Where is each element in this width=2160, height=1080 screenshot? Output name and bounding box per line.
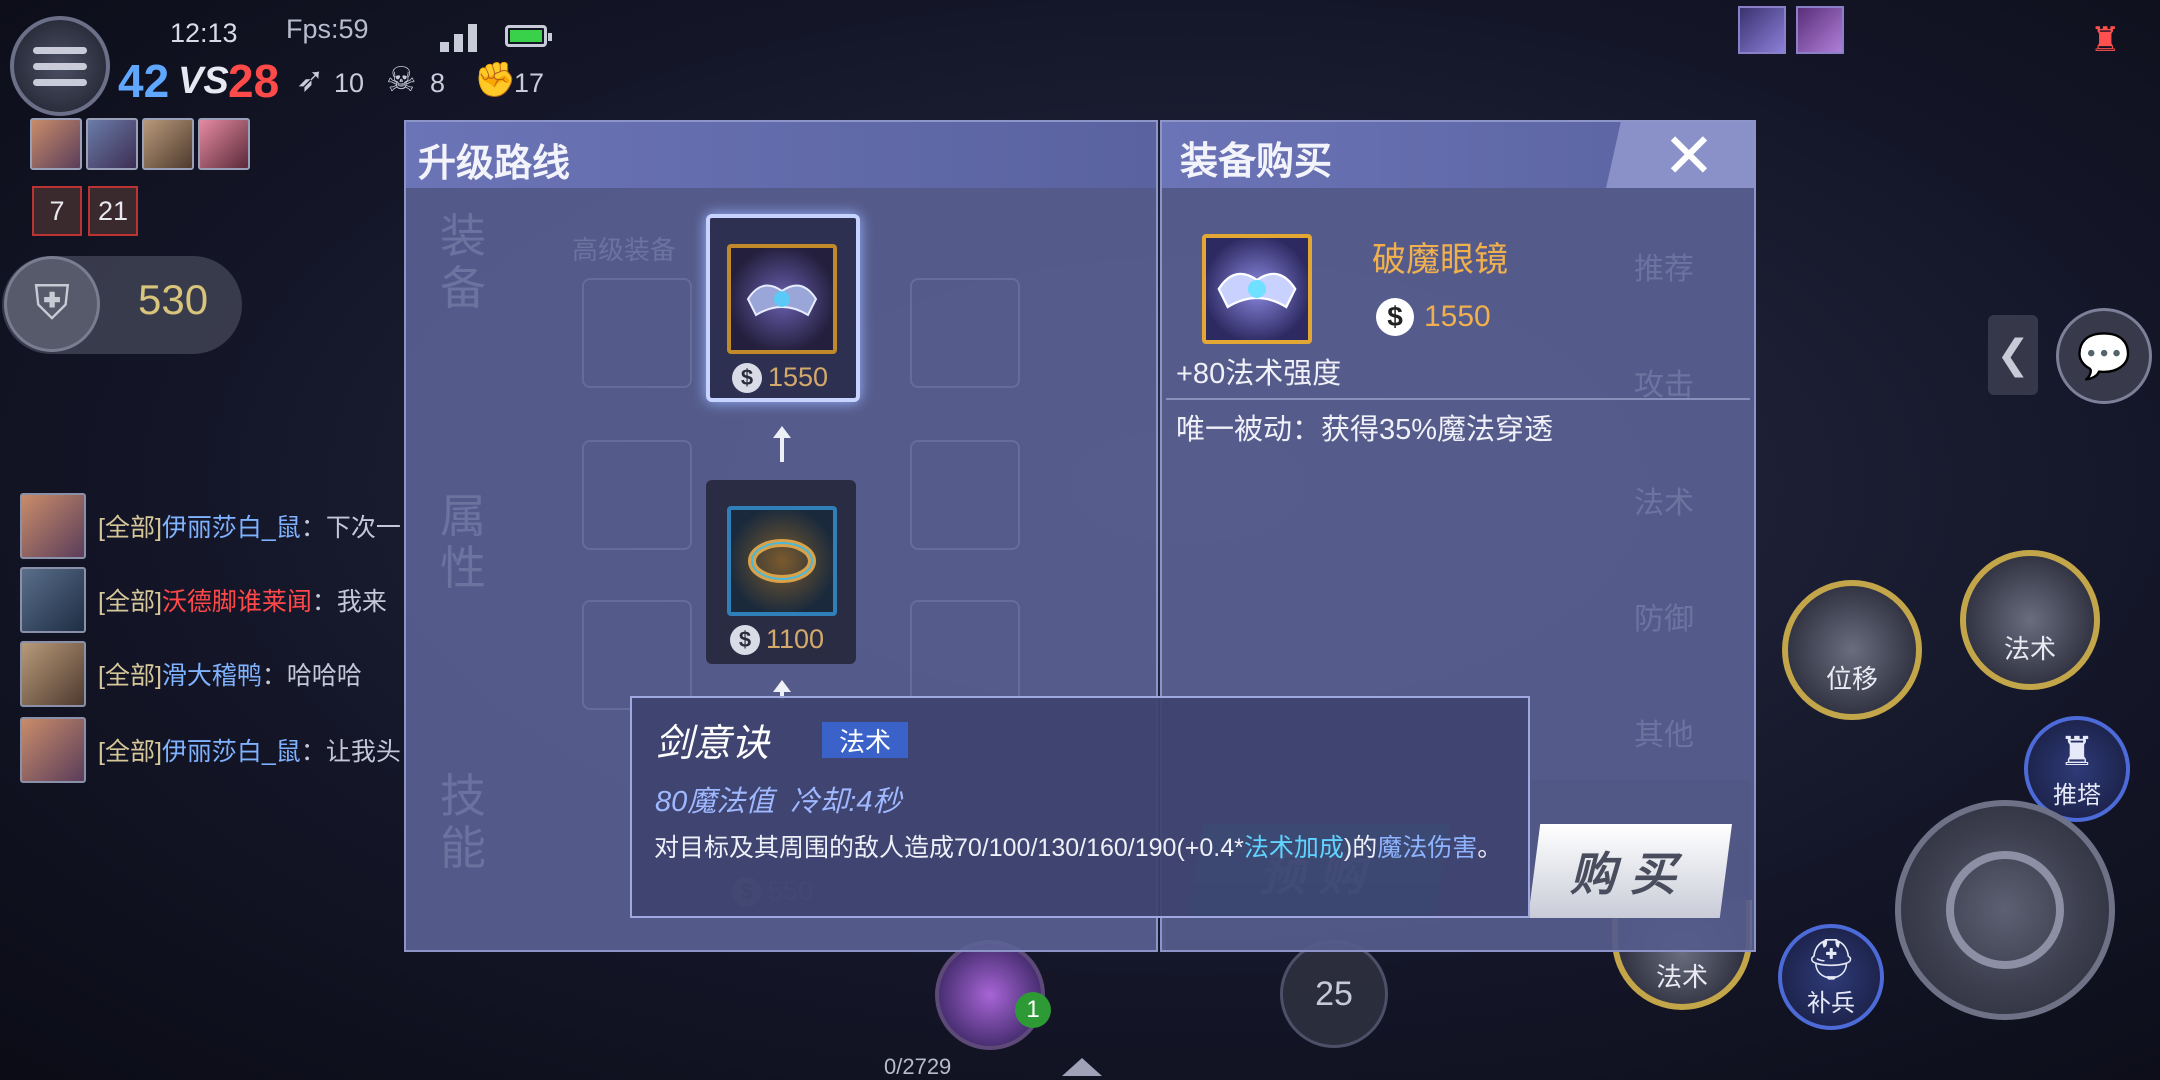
item-name: 破魔眼镜	[1372, 241, 1508, 279]
close-icon[interactable]: ✕	[1660, 126, 1718, 188]
chat-avatar	[20, 493, 86, 559]
teammate-portrait[interactable]	[30, 118, 82, 170]
bg-item-tile	[582, 600, 692, 710]
menu-button[interactable]	[10, 16, 110, 116]
expand-caret-icon[interactable]	[1062, 1058, 1102, 1076]
bg-tab-skills: 技能	[440, 770, 486, 874]
chat-message: [全部]伊丽莎白_鼠：让我头	[20, 716, 400, 784]
bg-tab-magic: 法术	[1634, 487, 1694, 520]
tower-count-a: 7	[32, 186, 82, 236]
ring-icon	[727, 506, 837, 616]
tooltip-skill-cost: 80魔法值 冷却:4秒	[655, 786, 902, 818]
bg-item-tile	[910, 600, 1020, 710]
bg-item-tile	[910, 278, 1020, 388]
item-detail-icon	[1202, 234, 1312, 344]
chat-message: [全部]沃德脚谁莱闻：我来	[20, 566, 400, 634]
divider	[1166, 398, 1750, 400]
clock: 12:13	[170, 18, 238, 48]
upgrade-arrow-icon	[773, 426, 791, 462]
bg-tab-recommend: 推荐	[1634, 253, 1694, 286]
skill-buff-icon	[1738, 6, 1786, 54]
chat-bubble-icon[interactable]: 💬	[2056, 308, 2152, 404]
teammate-portrait[interactable]	[86, 118, 138, 170]
chat-avatar	[20, 717, 86, 783]
upgrade-price-row: $ 1550	[732, 362, 828, 393]
item-stat: +80法术强度	[1176, 358, 1342, 390]
score-red: 28	[228, 55, 280, 107]
menu-icon-bar	[33, 78, 87, 86]
chat-message: [全部]伊丽莎白_鼠：下次一	[20, 492, 400, 560]
exp-progress: 0/2729	[884, 1054, 952, 1079]
signal-icon	[440, 22, 480, 52]
deaths-count: 8	[430, 68, 446, 98]
tower-count-b: 21	[88, 186, 138, 236]
shop-title: 装备购买	[1180, 141, 1333, 183]
upgrade-price-row: $ 1100	[730, 624, 824, 655]
score-vs: VS	[178, 60, 229, 102]
enemy-tower-icon: ♜	[2090, 21, 2121, 59]
helmet-icon: ⛑	[1805, 938, 1857, 982]
battery-icon	[505, 25, 552, 47]
gold-count: 530	[138, 276, 209, 323]
menu-icon-bar	[33, 46, 87, 54]
tooltip-skill-name: 剑意诀	[655, 723, 770, 765]
skull-icon: ☠	[386, 61, 417, 99]
tooltip-description: 对目标及其周围的敌人造成70/100/130/160/190(+0.4*法术加成…	[654, 834, 1503, 862]
tooltip-skill-tag: 法术	[822, 722, 908, 758]
coin-icon: $	[1376, 298, 1414, 336]
skill-cooldown-button[interactable]: 25	[1280, 940, 1388, 1048]
collapse-arrow-icon[interactable]: ❮	[1988, 315, 2038, 395]
armor-shop-icon[interactable]: ⛨	[4, 256, 100, 352]
chat-avatar	[20, 641, 86, 707]
assists-count: 17	[514, 68, 545, 98]
bg-item-tile	[910, 440, 1020, 550]
teammate-portrait[interactable]	[142, 118, 194, 170]
chat-avatar	[20, 567, 86, 633]
item-price: 1550	[1424, 300, 1491, 333]
goggles-icon	[727, 244, 837, 354]
coin-icon: $	[732, 362, 762, 393]
bg-tab-attributes: 属性	[440, 490, 486, 594]
fps-counter: Fps:59	[286, 14, 369, 44]
bg-tab-other: 其他	[1634, 719, 1694, 752]
fist-icon: ✊	[474, 61, 517, 99]
menu-icon-bar	[33, 62, 87, 70]
potion-count: 1	[1015, 992, 1051, 1028]
tower-icon: ♜	[2059, 730, 2095, 774]
teammate-portrait[interactable]	[198, 118, 250, 170]
skill-buff-icon	[1796, 6, 1844, 54]
coin-icon: $	[730, 624, 760, 655]
upgrade-route-title: 升级路线	[418, 143, 571, 185]
buy-button[interactable]: 购买	[1528, 824, 1732, 918]
kill-icon: ➶	[296, 61, 325, 99]
minion-button[interactable]: ⛑ 补兵	[1778, 924, 1884, 1030]
kills-count: 10	[334, 68, 365, 98]
skill-move-button[interactable]: 位移	[1782, 580, 1922, 720]
score-blue: 42	[118, 55, 170, 107]
bg-label-advanced: 高级装备	[572, 235, 677, 265]
attack-button[interactable]	[1895, 800, 2115, 1020]
bg-tab-equipment: 装备	[440, 210, 486, 314]
bg-tab-defense: 防御	[1634, 603, 1694, 636]
item-passive: 唯一被动：获得35%魔法穿透	[1176, 414, 1554, 446]
bg-item-tile	[582, 440, 692, 550]
skill-magic-button[interactable]: 法术	[1960, 550, 2100, 690]
bg-item-tile	[582, 278, 692, 388]
chat-message: [全部]滑大稽鸭：哈哈哈	[20, 640, 400, 708]
